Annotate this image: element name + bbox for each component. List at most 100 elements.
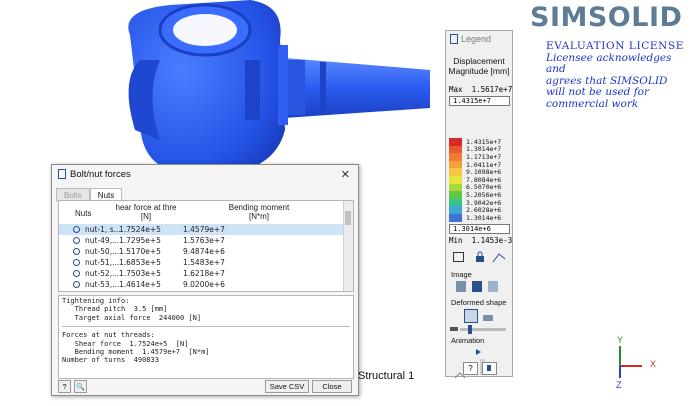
legend-band: 1.3014e+6 bbox=[449, 214, 510, 222]
info-line: Thread pitch 3.5 [mm] bbox=[62, 305, 168, 314]
legend-settings-icon[interactable] bbox=[453, 252, 464, 262]
legend-max-label: Max bbox=[449, 85, 463, 94]
nut-icon bbox=[73, 259, 80, 266]
axis-y-label: Y bbox=[617, 335, 623, 345]
image-mode-1-icon[interactable] bbox=[456, 281, 466, 292]
nut-icon bbox=[73, 281, 80, 288]
image-label: Image bbox=[451, 270, 472, 279]
column-header-shear-line2: [N] bbox=[140, 212, 152, 221]
close-button[interactable]: Close bbox=[312, 380, 352, 393]
cell-shear: 1.7295e+5 bbox=[119, 236, 161, 245]
cell-bending: 1.5763e+7 bbox=[183, 236, 225, 245]
cell-bending: 9.4874e+6 bbox=[183, 247, 225, 256]
cell-shear: 1.5170e+5 bbox=[119, 247, 161, 256]
legend-max-input[interactable]: 1.4315e+7 bbox=[449, 96, 510, 106]
analysis-name: Structural 1 bbox=[358, 370, 415, 382]
nut-icon bbox=[73, 226, 80, 233]
model-viewport[interactable] bbox=[0, 0, 430, 180]
legend-band-swatch bbox=[449, 175, 462, 184]
column-header-bending[interactable]: Bending moment [N*m] bbox=[219, 203, 299, 221]
bolt-nut-forces-dialog: Bolt/nut forces ✕ Bolts Nuts Nuts hear f… bbox=[51, 164, 359, 396]
deform-scale-icon[interactable] bbox=[482, 310, 494, 322]
lock-icon[interactable] bbox=[474, 250, 486, 262]
dialog-help-button[interactable]: ? bbox=[58, 380, 71, 393]
cell-bending: 1.5483e+7 bbox=[183, 258, 225, 267]
animation-label: Animation bbox=[451, 336, 485, 345]
play-icon[interactable] bbox=[476, 349, 481, 355]
legend-band-swatch bbox=[449, 145, 462, 154]
legend-titlebar[interactable]: Legend bbox=[446, 31, 512, 47]
image-mode-3-icon[interactable] bbox=[488, 281, 498, 292]
cell-name: nut-50,... bbox=[85, 247, 120, 256]
table-scrollbar[interactable] bbox=[343, 201, 353, 291]
scrollbar-thumb[interactable] bbox=[345, 211, 351, 225]
legend-band-swatch bbox=[449, 153, 462, 161]
axis-z-label: Z bbox=[616, 380, 622, 390]
simsolid-logo: SIMSOLID bbox=[530, 2, 683, 33]
cell-shear: 1.7503e+5 bbox=[119, 269, 161, 278]
force-line: Forces at nut threads: bbox=[62, 331, 155, 340]
legend-color-bands: 1.4315e+7 1.3014e+7 1.1713e+7 1.0411e+7 9.10… bbox=[449, 138, 510, 222]
legend-panel: Legend Displacement Magnitude [mm] Max 1… bbox=[445, 30, 513, 379]
force-line: Number of turns 490833 bbox=[62, 356, 159, 365]
image-mode-2-icon[interactable] bbox=[472, 281, 482, 292]
license-line: agrees that SIMSOLID bbox=[546, 74, 668, 87]
deformed-shape-icon[interactable] bbox=[464, 309, 478, 323]
table-row[interactable]: nut-1, s... 1.7524e+5 1.4579e+7 bbox=[59, 224, 345, 235]
cell-name: nut-49,... bbox=[85, 236, 120, 245]
legend-max: Max 1.5617e+7 bbox=[449, 85, 512, 94]
column-header-bending-line1: Bending moment bbox=[228, 203, 290, 212]
legend-min-input[interactable]: 1.3014e+6 bbox=[449, 224, 510, 234]
legend-min-value: 1.1453e-3 bbox=[471, 236, 513, 245]
legend-band-swatch bbox=[449, 138, 462, 146]
legend-band-swatch bbox=[449, 160, 462, 169]
column-header-shear-line1: hear force at thre bbox=[115, 203, 177, 212]
legend-min: Min 1.1453e-3 bbox=[449, 236, 512, 245]
column-header-shear[interactable]: hear force at thre [N] bbox=[115, 203, 177, 221]
cell-bending: 1.6218e+7 bbox=[183, 269, 225, 278]
cell-bending: 9.0200e+6 bbox=[183, 280, 225, 289]
nut-icon bbox=[73, 237, 80, 244]
dialog-close-icon[interactable]: ✕ bbox=[341, 168, 350, 181]
table-row[interactable]: nut-50,... 1.5170e+5 9.4874e+6 bbox=[59, 246, 345, 257]
probe-icon[interactable] bbox=[492, 250, 506, 263]
legend-band-swatch bbox=[449, 198, 462, 207]
table-row[interactable]: nut-49,... 1.7295e+5 1.5763e+7 bbox=[59, 235, 345, 246]
scale-slider-icon bbox=[450, 327, 458, 331]
cell-name: nut-52,... bbox=[85, 269, 120, 278]
dialog-title: Bolt/nut forces bbox=[70, 168, 131, 180]
cell-shear: 1.7306e+5 bbox=[119, 291, 161, 292]
zoom-icon[interactable]: 🔍 bbox=[74, 380, 87, 393]
save-csv-button[interactable]: Save CSV bbox=[265, 380, 309, 393]
legend-band-swatch bbox=[449, 168, 462, 176]
valve-body-model bbox=[128, 0, 430, 175]
nut-icon bbox=[73, 248, 80, 255]
cell-name: nut-54 bbox=[85, 291, 110, 292]
dialog-titlebar[interactable]: Bolt/nut forces bbox=[52, 165, 358, 183]
table-row[interactable]: nut-51,... 1.6853e+5 1.5483e+7 bbox=[59, 257, 345, 268]
cell-name: nut-51,... bbox=[85, 258, 120, 267]
license-line: commercial work bbox=[546, 97, 639, 110]
table-row[interactable]: nut-52,... 1.7503e+5 1.6218e+7 bbox=[59, 268, 345, 279]
cell-bending: 1.4579e+7 bbox=[183, 225, 225, 234]
table-row[interactable]: nut-54 1.7306e+5 1.6070e+7 bbox=[59, 290, 345, 292]
legend-title: Legend bbox=[461, 34, 492, 44]
help-button[interactable]: ? bbox=[463, 362, 478, 375]
deformed-shape-label: Deformed shape bbox=[451, 298, 507, 307]
column-header-nuts[interactable]: Nuts bbox=[75, 209, 91, 218]
cell-name: nut-1, s... bbox=[85, 225, 121, 234]
info-line: Target axial force 244000 [N] bbox=[62, 313, 202, 322]
table-row[interactable]: nut-53,... 1.4614e+5 9.0200e+6 bbox=[59, 279, 345, 290]
legend-max-value: 1.5617e+7 bbox=[471, 85, 513, 94]
deform-scale-slider[interactable] bbox=[460, 328, 506, 331]
legend-app-icon bbox=[450, 34, 458, 44]
deform-scale-handle[interactable] bbox=[468, 325, 472, 334]
nut-forces-table: Nuts hear force at thre [N] Bending mome… bbox=[58, 200, 354, 292]
legend-heading-line1: Displacement bbox=[453, 56, 505, 66]
legend-heading-line2: Magnitude [mm] bbox=[448, 66, 510, 76]
cell-shear: 1.6853e+5 bbox=[119, 258, 161, 267]
cell-shear: 1.4614e+5 bbox=[119, 280, 161, 289]
pin-icon bbox=[487, 365, 491, 371]
pin-button[interactable] bbox=[482, 362, 497, 375]
license-line: will not be used for bbox=[546, 86, 649, 98]
